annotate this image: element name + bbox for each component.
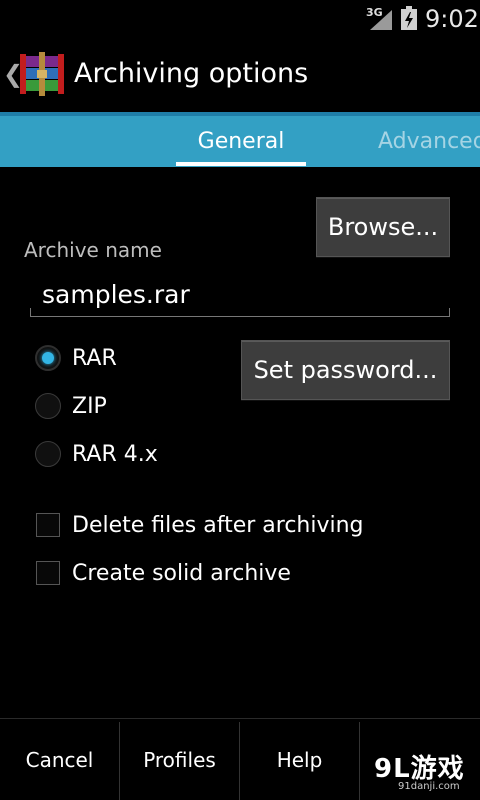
radio-zip-label[interactable]: ZIP (72, 394, 107, 419)
signal-icon (370, 10, 392, 30)
battery-icon (401, 6, 417, 30)
checkbox-solid-archive-label[interactable]: Create solid archive (72, 561, 291, 586)
clock: 9:02 (425, 5, 479, 33)
archive-name-value: samples.rar (42, 280, 190, 309)
watermark-logo: 9L游戏 (374, 754, 465, 784)
tab-advanced[interactable]: Advanced (378, 129, 480, 154)
page-title: Archiving options (74, 58, 309, 89)
checkbox-delete-files[interactable] (36, 513, 60, 537)
archive-name-label: Archive name (24, 238, 162, 262)
radio-rar4[interactable] (35, 441, 61, 467)
radio-rar[interactable] (35, 345, 61, 371)
browse-button[interactable]: Browse... (316, 197, 450, 257)
checkbox-solid-archive[interactable] (36, 561, 60, 585)
archive-name-field[interactable]: samples.rar (30, 274, 450, 317)
radio-rar-label[interactable]: RAR (72, 346, 117, 371)
radio-rar4-label[interactable]: RAR 4.x (72, 442, 158, 467)
profiles-button[interactable]: Profiles (120, 719, 239, 800)
field-edge (449, 308, 450, 316)
tab-general[interactable]: General (176, 114, 306, 166)
winrar-books-icon[interactable] (20, 50, 64, 98)
radio-zip[interactable] (35, 393, 61, 419)
help-button[interactable]: Help (240, 719, 359, 800)
divider (359, 722, 360, 800)
set-password-button[interactable]: Set password... (241, 340, 450, 400)
cancel-button[interactable]: Cancel (0, 719, 119, 800)
tab-selected-indicator (176, 162, 306, 166)
tab-general-label: General (197, 129, 285, 154)
checkbox-delete-files-label[interactable]: Delete files after archiving (72, 513, 364, 538)
field-edge (30, 308, 31, 316)
watermark-url: 91danji.com (398, 781, 460, 792)
